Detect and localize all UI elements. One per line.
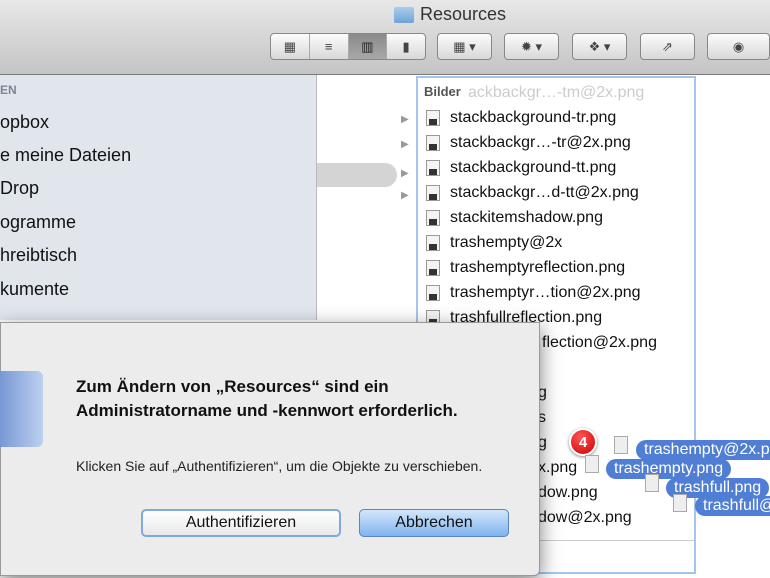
folder-icon (394, 6, 414, 23)
image-file-icon (426, 185, 440, 201)
file-name-partial[interactable]: dow@2x.png (538, 509, 632, 527)
chevron-right-icon: ▶ (401, 190, 409, 201)
sidebar-item-desktop[interactable]: hreibtisch (0, 245, 77, 266)
file-name: stackitemshadow.png (450, 209, 603, 226)
window-title: Resources (394, 4, 506, 25)
sidebar-item-programs[interactable]: ogramme (0, 212, 76, 233)
sidebar-item-airdrop[interactable]: Drop (0, 178, 39, 199)
chevron-right-icon: ▶ (401, 114, 409, 125)
dragged-item: trashempty@2x.png (636, 440, 770, 460)
file-name-partial[interactable]: x.png (538, 459, 577, 477)
arrange-button[interactable]: ▦ ▾ (437, 33, 492, 60)
list-view-icon[interactable]: ≡ (310, 34, 349, 59)
dialog-message: Zum Ändern von „Resources“ sind ein Admi… (76, 377, 458, 420)
column-header: Bilder (424, 84, 461, 99)
image-file-icon (426, 210, 440, 226)
image-file-icon (614, 436, 628, 454)
dragged-item: trashfull@ (695, 496, 770, 516)
file-name: trashempty@2x (450, 234, 563, 251)
drag-count-badge: 4 (569, 428, 597, 456)
image-file-icon (426, 260, 440, 276)
column-ghost-header: ackbackgr…-tm@2x.png (468, 84, 645, 101)
image-file-icon (426, 135, 440, 151)
file-item[interactable]: stackbackground-tt.png (426, 156, 616, 180)
coverflow-view-icon[interactable]: ▮ (387, 34, 425, 59)
view-mode-control[interactable]: ▦ ≡ ▥ ▮ (270, 33, 426, 60)
image-file-icon (673, 494, 687, 512)
file-item[interactable]: trashemptyreflection.png (426, 256, 625, 280)
icon-view-icon[interactable]: ▦ (271, 34, 310, 59)
file-item[interactable]: stackbackgr…d-tt@2x.png (426, 181, 639, 205)
file-item[interactable]: trashemptyr…tion@2x.png (426, 281, 641, 305)
image-file-icon (426, 285, 440, 301)
column-row[interactable]: ▶ (317, 134, 415, 158)
sidebar-item-all-files[interactable]: e meine Dateien (0, 145, 131, 166)
file-name-partial[interactable]: flection@2x.png (542, 334, 657, 352)
column-row[interactable]: ▶ (317, 185, 415, 209)
dragged-item: trashempty.png (606, 459, 732, 479)
action-gear-button[interactable]: ✹ ▾ (504, 33, 559, 60)
file-name: stackbackground-tt.png (450, 159, 617, 176)
finder-icon (0, 371, 43, 447)
toolbar: Resources ▦ ≡ ▥ ▮ ▦ ▾ ✹ ▾ ❖ ▾ ⇗ ◉ (0, 0, 770, 75)
image-file-icon (645, 474, 659, 492)
file-name: stackbackgr…d-tt@2x.png (450, 184, 639, 201)
column-2: ▶ ▶ ▶ ▶ (317, 75, 415, 320)
file-item[interactable]: stackitemshadow.png (426, 206, 603, 230)
sidebar-header: EN (0, 83, 17, 97)
file-item[interactable]: stackbackground-tr.png (426, 106, 616, 130)
file-name-partial[interactable]: dow.png (538, 484, 598, 502)
file-name: trashemptyr…tion@2x.png (450, 284, 641, 301)
dropbox-button[interactable]: ❖ ▾ (572, 33, 627, 60)
column-row-selected[interactable]: ▶ (317, 163, 415, 187)
authenticate-button[interactable]: Authentifizieren (141, 509, 341, 537)
image-file-icon (426, 110, 440, 126)
cancel-button[interactable]: Abbrechen (359, 509, 509, 537)
file-item[interactable]: trashempty@2x (426, 231, 562, 255)
sidebar-item-documents[interactable]: kumente (0, 279, 69, 300)
chevron-right-icon: ▶ (401, 139, 409, 150)
toggle-toolbar-button[interactable]: ◉ (707, 33, 770, 60)
file-name: stackbackgr…-tr@2x.png (450, 134, 631, 151)
file-name: stackbackground-tr.png (450, 109, 617, 126)
file-name: trashemptyreflection.png (450, 259, 626, 276)
image-file-icon (585, 455, 599, 473)
sidebar-item-dropbox[interactable]: opbox (0, 112, 49, 133)
sidebar: EN opbox e meine Dateien Drop ogramme hr… (0, 75, 317, 320)
share-button[interactable]: ⇗ (640, 33, 695, 60)
column-row[interactable]: ▶ (317, 109, 415, 133)
file-item[interactable]: stackbackgr…-tr@2x.png (426, 131, 631, 155)
dialog-info: Klicken Sie auf „Authentifizieren“, um d… (76, 458, 483, 474)
image-file-icon (426, 160, 440, 176)
chevron-right-icon: ▶ (401, 168, 409, 179)
column-view-icon[interactable]: ▥ (348, 34, 388, 59)
authentication-dialog: Zum Ändern von „Resources“ sind ein Admi… (0, 322, 540, 576)
image-file-icon (426, 235, 440, 251)
